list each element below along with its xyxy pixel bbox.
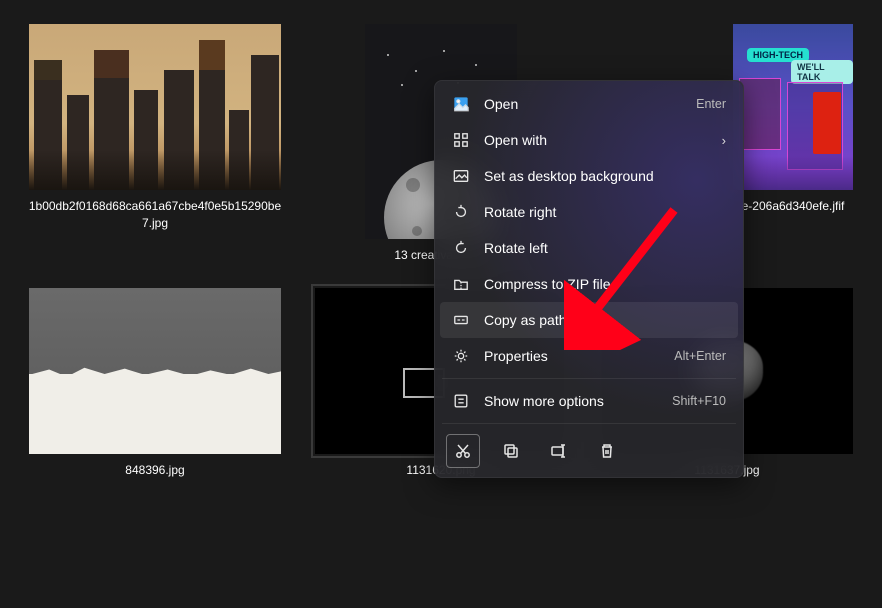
menu-label: Open <box>484 96 696 112</box>
neon-illustration: HIGH-TECH WE'LL TALK <box>733 24 853 190</box>
menu-label: Set as desktop background <box>484 168 726 184</box>
menu-label: Show more options <box>484 393 672 409</box>
menu-separator <box>442 378 736 379</box>
menu-properties[interactable]: Properties Alt+Enter <box>440 338 738 374</box>
file-name: 848396.jpg <box>125 462 184 479</box>
city-illustration <box>29 24 281 190</box>
menu-open[interactable]: Open Enter <box>440 86 738 122</box>
menu-set-background[interactable]: Set as desktop background <box>440 158 738 194</box>
picture-icon <box>452 167 470 185</box>
menu-accel: Shift+F10 <box>672 394 726 408</box>
file-thumbnail: HIGH-TECH WE'LL TALK <box>733 24 853 190</box>
menu-label: Compress to ZIP file <box>484 276 726 292</box>
menu-rotate-right[interactable]: Rotate right <box>440 194 738 230</box>
menu-label: Rotate left <box>484 240 726 256</box>
cut-button[interactable] <box>446 434 480 468</box>
rotate-right-icon <box>452 203 470 221</box>
menu-label: Rotate right <box>484 204 726 220</box>
paint-illustration <box>29 288 281 454</box>
menu-separator <box>442 423 736 424</box>
file-item[interactable]: 1b00db2f0168d68ca661a67cbe4f0e5b15290be7… <box>24 24 286 264</box>
copy-button[interactable] <box>494 434 528 468</box>
grid-icon <box>452 131 470 149</box>
chevron-right-icon: › <box>722 133 726 148</box>
menu-label: Properties <box>484 348 674 364</box>
more-icon <box>452 392 470 410</box>
menu-label: Copy as path <box>484 312 726 328</box>
file-thumbnail <box>29 24 281 190</box>
menu-copy-as-path[interactable]: Copy as path <box>440 302 738 338</box>
rotate-left-icon <box>452 239 470 257</box>
menu-accel: Alt+Enter <box>674 349 726 363</box>
menu-compress-zip[interactable]: Compress to ZIP file <box>440 266 738 302</box>
menu-action-bar <box>440 428 738 472</box>
context-menu: Open Enter Open with › Set as desktop ba… <box>434 80 744 478</box>
zip-icon <box>452 275 470 293</box>
menu-accel: Enter <box>696 97 726 111</box>
neon-sign: WE'LL TALK <box>791 60 853 84</box>
image-icon <box>452 95 470 113</box>
properties-icon <box>452 347 470 365</box>
menu-show-more[interactable]: Show more options Shift+F10 <box>440 383 738 419</box>
file-thumbnail <box>29 288 281 454</box>
menu-label: Open with <box>484 132 722 148</box>
rename-button[interactable] <box>542 434 576 468</box>
delete-button[interactable] <box>590 434 624 468</box>
menu-rotate-left[interactable]: Rotate left <box>440 230 738 266</box>
path-icon <box>452 311 470 329</box>
file-item[interactable]: 848396.jpg <box>24 288 286 479</box>
file-name: 1b00db2f0168d68ca661a67cbe4f0e5b15290be7… <box>25 198 285 232</box>
menu-open-with[interactable]: Open with › <box>440 122 738 158</box>
file-name: e-206a6d340efe.jfif <box>742 198 845 215</box>
